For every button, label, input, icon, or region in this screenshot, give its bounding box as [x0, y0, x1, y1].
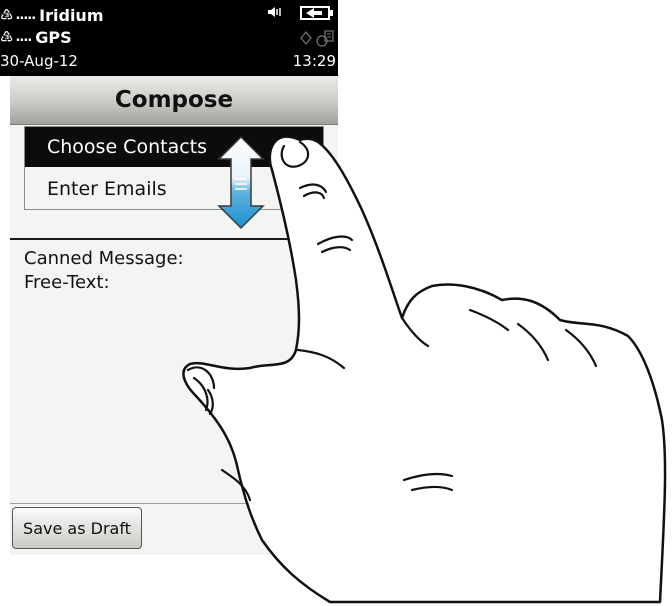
device-screen: ♵ ..... Iridium ♵ .... GPS 30-Aug-12 13:… — [0, 0, 338, 555]
free-text-label: Free-Text: — [24, 272, 110, 293]
menu-item-choose-contacts[interactable]: Choose Contacts — [25, 127, 323, 167]
menu-item-label: Choose Contacts — [47, 136, 208, 158]
menu-item-enter-emails[interactable]: Enter Emails — [25, 169, 323, 209]
recipient-dropdown[interactable]: Choose Contacts Enter Emails — [24, 126, 324, 210]
page-title: Compose — [10, 76, 338, 125]
section-divider — [10, 238, 338, 240]
iridium-status: ♵ ..... Iridium — [0, 4, 103, 26]
gps-status-icon — [300, 30, 334, 47]
gps-label: GPS — [35, 27, 72, 47]
iridium-label: Iridium — [39, 5, 104, 25]
page-title-text: Compose — [114, 87, 234, 113]
signal-dots: ..... — [15, 7, 36, 23]
speaker-icon — [268, 7, 281, 17]
status-bar: ♵ ..... Iridium ♵ .... GPS 30-Aug-12 13:… — [0, 0, 338, 76]
footer-divider — [10, 503, 338, 504]
satellite-icon: ♵ — [0, 28, 14, 46]
time-text: 13:29 — [292, 52, 336, 70]
satellite-icon: ♵ — [0, 6, 14, 24]
gps-status: ♵ .... GPS — [0, 26, 72, 48]
app-screenshot: ♵ ..... Iridium ♵ .... GPS 30-Aug-12 13:… — [0, 0, 672, 606]
scroll-arrow-icon — [217, 135, 265, 230]
battery-icon — [300, 6, 333, 20]
signal-dots: .... — [15, 29, 32, 45]
menu-item-label: Enter Emails — [47, 178, 167, 200]
canned-message-label: Canned Message: — [24, 248, 184, 269]
screen-margin — [0, 76, 10, 555]
save-as-draft-button[interactable]: Save as Draft — [12, 507, 142, 549]
date-text: 30-Aug-12 — [0, 52, 78, 70]
